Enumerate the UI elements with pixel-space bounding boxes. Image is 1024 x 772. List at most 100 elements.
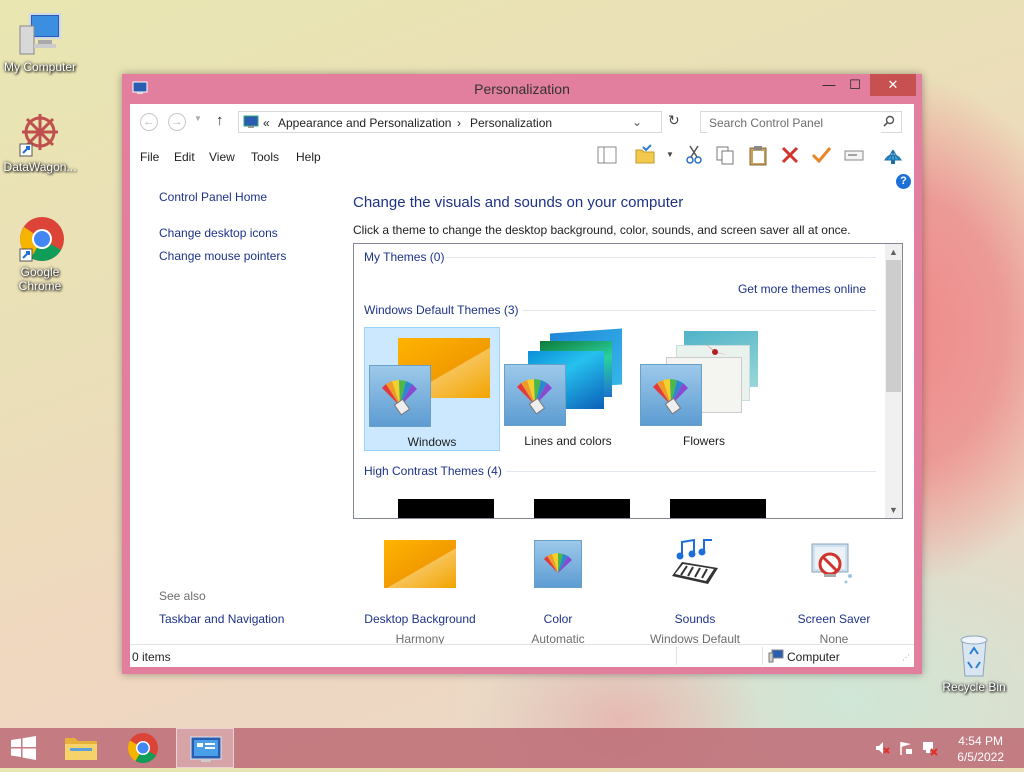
start-button[interactable] (0, 728, 48, 768)
sounds-icon[interactable] (668, 538, 720, 588)
menu-tools[interactable]: Tools (251, 150, 279, 164)
desktop-icon-recycle-bin[interactable]: Recycle Bin (934, 630, 1014, 694)
desktop-icon-datawagon[interactable]: DataWagon... (0, 110, 80, 174)
palette-icon (369, 365, 431, 427)
close-button[interactable]: ✕ (870, 74, 916, 96)
theme-windows[interactable]: Windows (364, 327, 500, 451)
color-icon[interactable] (534, 540, 582, 588)
menu-help[interactable]: Help (296, 150, 321, 164)
desktop-icon-label: My Computer (3, 60, 77, 74)
status-item-count: 0 items (132, 650, 171, 664)
desktop-icon-label: DataWagon... (3, 160, 77, 174)
forward-button[interactable]: → (168, 113, 186, 131)
desktop-icon-my-computer[interactable]: My Computer (0, 10, 80, 74)
taskbar-google-chrome[interactable] (114, 728, 172, 768)
link-color[interactable]: Color (488, 612, 628, 626)
help-icon[interactable]: ? (896, 174, 911, 189)
theme-list-scrollbar[interactable]: ▲ ▼ (885, 244, 902, 518)
copy-icon[interactable] (714, 144, 736, 166)
minimize-button[interactable]: — (816, 74, 842, 96)
taskbar-control-panel[interactable] (176, 728, 234, 768)
theme-lines-and-colors[interactable]: Lines and colors (500, 327, 636, 451)
menu-file[interactable]: File (140, 150, 159, 164)
link-taskbar-navigation[interactable]: Taskbar and Navigation (159, 612, 284, 626)
group-high-contrast[interactable]: High Contrast Themes (4) (364, 464, 502, 478)
screen-saver-icon[interactable] (806, 540, 856, 588)
delete-icon[interactable] (779, 144, 801, 166)
folder-options-icon[interactable] (634, 144, 656, 166)
high-contrast-theme-preview[interactable] (534, 499, 630, 518)
breadcrumb-personalization[interactable]: Personalization (470, 116, 552, 130)
computer-icon (16, 10, 64, 58)
divider (506, 471, 876, 472)
preview-pane-icon[interactable] (596, 144, 618, 166)
screen-saver-setting: Screen Saver None (764, 612, 904, 646)
menu-edit[interactable]: Edit (174, 150, 195, 164)
link-screen-saver[interactable]: Screen Saver (764, 612, 904, 626)
search-box[interactable] (700, 111, 902, 133)
up-button[interactable]: ↑ (216, 112, 224, 129)
volume-muted-icon[interactable] (874, 740, 890, 756)
link-desktop-background[interactable]: Desktop Background (350, 612, 490, 626)
group-my-themes[interactable]: My Themes (0) (364, 250, 444, 264)
recycle-bin-icon (950, 630, 998, 678)
desktop-icon-label: Recycle Bin (942, 680, 1006, 694)
scroll-up-arrow[interactable]: ▲ (885, 244, 902, 260)
breadcrumb-separator[interactable]: › (457, 116, 461, 130)
taskbar: 4:54 PM 6/5/2022 (0, 728, 1024, 768)
palette-icon (640, 364, 702, 426)
theme-flowers[interactable]: Flowers (636, 327, 772, 451)
search-icon[interactable] (883, 115, 895, 130)
title-bar[interactable]: Personalization — ☐ ✕ (122, 74, 922, 104)
rename-icon[interactable] (843, 144, 865, 166)
scroll-thumb[interactable] (886, 260, 901, 392)
paste-icon[interactable] (747, 144, 769, 166)
folder-options-dropdown[interactable]: ▼ (666, 150, 674, 159)
divider (762, 647, 763, 665)
taskbar-file-explorer[interactable] (52, 728, 110, 768)
chrome-icon (16, 215, 64, 263)
search-input[interactable] (707, 113, 881, 133)
recent-pages-dropdown[interactable]: ▼ (194, 114, 202, 123)
desktop-icon-google-chrome[interactable]: Google Chrome (0, 215, 80, 293)
control-panel-small-icon (243, 115, 259, 132)
divider (676, 647, 677, 665)
action-center-flag-icon[interactable] (898, 740, 914, 756)
shell-icon[interactable] (882, 144, 904, 166)
left-pane: Control Panel Home Change desktop icons … (130, 170, 346, 642)
computer-small-icon (768, 649, 784, 666)
high-contrast-theme-preview[interactable] (398, 499, 494, 518)
address-bar[interactable]: « Appearance and Personalization › Perso… (238, 111, 662, 133)
palette-icon (504, 364, 566, 426)
window-client: ← → ▼ ↑ « Appearance and Personalization… (130, 104, 914, 667)
group-default-themes[interactable]: Windows Default Themes (3) (364, 303, 519, 317)
breadcrumb-appearance[interactable]: Appearance and Personalization (278, 116, 451, 130)
high-contrast-theme-preview[interactable] (670, 499, 766, 518)
link-sounds[interactable]: Sounds (625, 612, 765, 626)
resize-grip[interactable]: ⋰ (902, 653, 910, 662)
divider (446, 257, 876, 258)
desktop-icon-label: Google Chrome (18, 265, 62, 293)
back-button[interactable]: ← (140, 113, 158, 131)
menu-view[interactable]: View (209, 150, 235, 164)
refresh-icon[interactable]: ↻ (668, 112, 680, 129)
network-disconnected-icon[interactable] (922, 740, 938, 756)
desktop-background-icon[interactable] (384, 540, 456, 588)
link-control-panel-home[interactable]: Control Panel Home (159, 190, 267, 204)
theme-name: Lines and colors (524, 434, 612, 448)
color-setting: Color Automatic (488, 612, 628, 646)
link-change-mouse-pointers[interactable]: Change mouse pointers (159, 249, 286, 263)
link-change-desktop-icons[interactable]: Change desktop icons (159, 226, 278, 240)
link-get-more-themes[interactable]: Get more themes online (738, 282, 866, 296)
scroll-down-arrow[interactable]: ▼ (885, 502, 902, 518)
flower-icon (700, 337, 730, 367)
clock-date: 6/5/2022 (957, 750, 1004, 764)
maximize-button[interactable]: ☐ (842, 74, 868, 96)
breadcrumb-root-chevron[interactable]: « (263, 116, 270, 130)
chevron-down-icon[interactable]: ⌄ (632, 115, 642, 129)
properties-check-icon[interactable] (810, 144, 832, 166)
cut-icon[interactable] (683, 144, 705, 166)
page-description: Click a theme to change the desktop back… (353, 223, 851, 237)
personalization-window: Personalization — ☐ ✕ ← → ▼ ↑ « Appearan… (122, 74, 922, 674)
taskbar-clock[interactable]: 4:54 PM 6/5/2022 (957, 733, 1004, 765)
